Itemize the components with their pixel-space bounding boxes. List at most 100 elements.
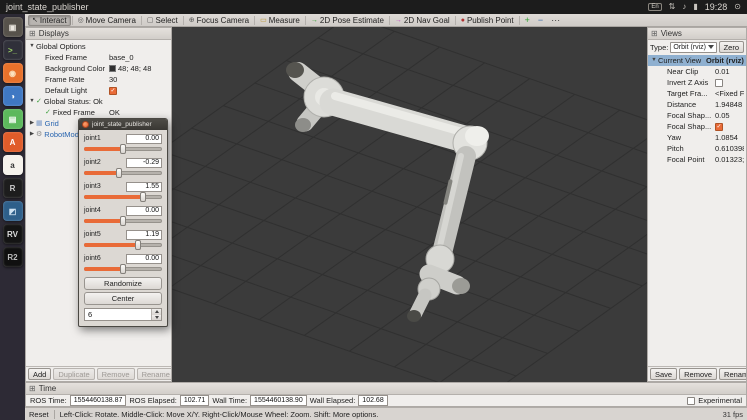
green-app-icon[interactable]: ▤ (3, 109, 23, 129)
spin-down-button[interactable] (152, 315, 161, 321)
joint-slider[interactable] (84, 168, 162, 178)
joint-slider[interactable] (84, 240, 162, 250)
reset-button[interactable]: Reset (29, 410, 49, 419)
slider-handle[interactable] (120, 144, 126, 154)
property-row[interactable]: Frame Rate30 (26, 74, 171, 85)
property-value[interactable]: 0.610398 (715, 144, 744, 153)
blue-app-icon[interactable]: ◑ (3, 86, 23, 106)
property-row[interactable]: Near Clip0.01 (648, 66, 746, 77)
property-value[interactable] (715, 79, 744, 87)
property-row[interactable]: ▼✓Global Status: Ok (26, 96, 171, 107)
expander-icon[interactable]: ▼ (28, 44, 36, 50)
view-type-dropdown[interactable]: Orbit (rviz) (670, 42, 716, 53)
property-checkbox[interactable] (109, 87, 117, 95)
property-value[interactable]: Orbit (rviz) (706, 56, 744, 65)
tool-measure[interactable]: ▭Measure (256, 15, 304, 26)
tool-select[interactable]: ▢Select (143, 15, 182, 26)
property-value[interactable]: 1.94848 (715, 100, 744, 109)
property-value[interactable] (715, 123, 744, 131)
property-row[interactable]: Default Light (26, 85, 171, 96)
tool-2d-nav-goal[interactable]: →2D Nav Goal (391, 15, 454, 26)
property-value[interactable]: 30 (109, 75, 169, 84)
time-field-value[interactable]: 1554460138.90 (250, 395, 307, 406)
firefox-app-icon[interactable]: ◉ (3, 63, 23, 83)
tool-options-button[interactable]: ⋯ (547, 15, 564, 26)
property-value[interactable]: 1.0854 (715, 133, 744, 142)
experimental-checkbox[interactable] (687, 397, 695, 405)
expander-icon[interactable]: ▼ (28, 99, 36, 105)
add-button[interactable]: Add (28, 368, 51, 380)
joint-slider[interactable] (84, 216, 162, 226)
property-row[interactable]: Invert Z Axis (648, 77, 746, 88)
property-checkbox[interactable] (715, 79, 723, 87)
joint-value-field[interactable]: 1.55 (126, 182, 162, 192)
battery-icon[interactable]: ▮ (693, 3, 697, 11)
files-app-icon[interactable]: ▣ (3, 17, 23, 37)
time-panel-header[interactable]: ⊞ Time (26, 383, 746, 395)
viewport-3d[interactable] (172, 27, 647, 382)
amazon-app-icon[interactable]: a (3, 155, 23, 175)
center-button[interactable]: Center (84, 292, 162, 305)
keyboard-layout-indicator[interactable]: En (648, 3, 661, 11)
joint-value-field[interactable]: 1.19 (126, 230, 162, 240)
robot-model[interactable] (286, 62, 489, 322)
expander-icon[interactable]: ▼ (650, 58, 658, 64)
property-value[interactable] (109, 87, 169, 95)
remove-button[interactable]: Remove (97, 368, 135, 380)
slider-handle[interactable] (120, 216, 126, 226)
slider-handle[interactable] (135, 240, 141, 250)
rviz-app-3-icon[interactable]: R2 (3, 247, 23, 267)
displays-panel-header[interactable]: ⊞ Displays (26, 28, 171, 40)
slider-handle[interactable] (120, 264, 126, 274)
property-row[interactable]: ▼Global Options (26, 41, 171, 52)
property-checkbox[interactable] (715, 123, 723, 131)
time-field-value[interactable]: 102.68 (358, 395, 387, 406)
tool-2d-pose-estimate[interactable]: →2D Pose Estimate (307, 15, 388, 26)
spinbox-value[interactable]: 6 (85, 309, 151, 320)
tool-interact[interactable]: ↖Interact (28, 15, 71, 26)
tool-focus-camera[interactable]: ⊕Focus Camera (185, 15, 253, 26)
joint-value-field[interactable]: -0.29 (126, 158, 162, 168)
joint-slider[interactable] (84, 144, 162, 154)
network-icon[interactable]: ⇅ (669, 3, 676, 11)
save-button[interactable]: Save (650, 368, 677, 380)
property-row[interactable]: ✓Fixed FrameOK (26, 107, 171, 118)
tool-publish-point[interactable]: ●Publish Point (457, 15, 518, 26)
expander-icon[interactable]: ▶ (28, 132, 36, 138)
duplicate-button[interactable]: Duplicate (53, 368, 94, 380)
dialog-titlebar[interactable]: joint_state_publisher (79, 119, 167, 130)
rename-button[interactable]: Rename (719, 368, 747, 380)
property-value[interactable]: OK (109, 108, 169, 117)
joint-slider[interactable] (84, 192, 162, 202)
rviz-app-2-icon[interactable]: RV (3, 224, 23, 244)
joint-value-field[interactable]: 0.00 (126, 134, 162, 144)
power-icon[interactable]: ⊙ (734, 3, 741, 11)
time-field-value[interactable]: 102.71 (180, 395, 209, 406)
zero-button[interactable]: Zero (719, 41, 744, 53)
property-row[interactable]: ▼Current ViewOrbit (rviz) (648, 55, 746, 66)
slider-handle[interactable] (116, 168, 122, 178)
property-value[interactable]: <Fixed Frame> (715, 89, 744, 98)
property-row[interactable]: Focal Shap...0.05 (648, 110, 746, 121)
property-value[interactable]: 48; 48; 48 (109, 64, 169, 73)
remove-tool-button[interactable]: − (534, 15, 547, 26)
property-value[interactable]: base_0 (109, 53, 169, 62)
cube-app-icon[interactable]: ◩ (3, 201, 23, 221)
sound-icon[interactable]: ♪ (682, 3, 686, 11)
property-value[interactable]: 0.05 (715, 111, 744, 120)
property-row[interactable]: Focal Shap... (648, 121, 746, 132)
property-row[interactable]: Pitch0.610398 (648, 143, 746, 154)
property-row[interactable]: Fixed Framebase_0 (26, 52, 171, 63)
remove-button[interactable]: Remove (679, 368, 717, 380)
property-value[interactable]: 0.01323; -0.1880... (715, 155, 744, 164)
property-row[interactable]: Target Fra...<Fixed Frame> (648, 88, 746, 99)
property-row[interactable]: Focal Point0.01323; -0.1880... (648, 154, 746, 165)
rviz-app-1-icon[interactable]: R (3, 178, 23, 198)
terminal-app-icon[interactable]: >_ (3, 40, 23, 60)
rename-button[interactable]: Rename (137, 368, 172, 380)
slider-handle[interactable] (140, 192, 146, 202)
close-icon[interactable] (82, 121, 89, 128)
time-field-value[interactable]: 1554460138.87 (70, 395, 127, 406)
randomize-button[interactable]: Randomize (84, 277, 162, 290)
views-panel-header[interactable]: ⊞ Views (648, 28, 746, 40)
